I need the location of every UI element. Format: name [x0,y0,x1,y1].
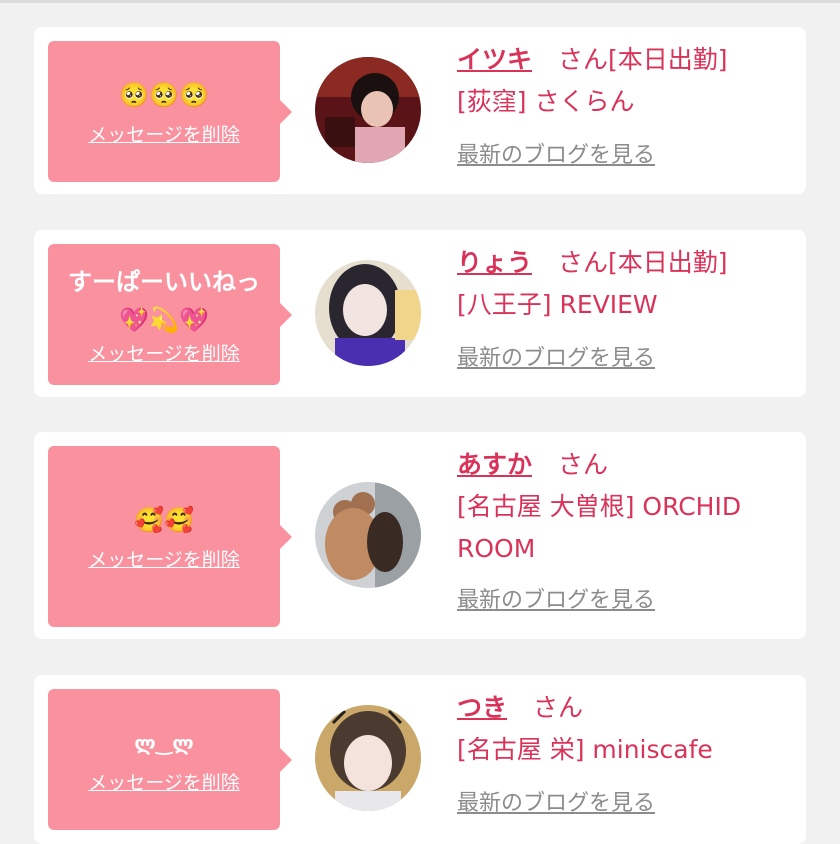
honorific-status: さん[本日出勤] [558,248,728,277]
latest-blog-link[interactable]: 最新のブログを見る [457,344,792,374]
name-line: イツキ さん[本日出勤] [457,39,792,81]
name-line: つき さん [457,687,792,729]
message-card: 🥺🥺🥺 メッセージを削除 イツキ さん[本日出勤] [荻窪] さくらん 最新のブロ… [34,27,806,194]
cast-name-link[interactable]: りょう [457,248,532,277]
avatar-photo-icon [315,260,421,366]
avatar[interactable] [315,57,421,163]
latest-blog-link[interactable]: 最新のブログを見る [457,789,792,819]
cast-name-link[interactable]: あすか [457,450,532,479]
honorific-status: さん [558,450,609,479]
cast-info: イツキ さん[本日出勤] [荻窪] さくらん 最新のブログを見る [457,39,792,171]
delete-message-link[interactable]: メッセージを削除 [88,341,240,367]
avatar[interactable] [315,260,421,366]
shop-label: [八王子] REVIEW [457,290,658,319]
avatar[interactable] [315,705,421,811]
cast-info: つき さん [名古屋 栄] miniscafe 最新のブログを見る [457,687,792,819]
latest-blog-link[interactable]: 最新のブログを見る [457,586,792,616]
message-bubble: すーぱーいいねっ💖💫💖 メッセージを削除 [48,244,292,385]
name-line: りょう さん[本日出勤] [457,242,792,284]
message-text: すーぱーいいねっ💖💫💖 [68,267,260,334]
shop-label: [名古屋 栄] miniscafe [457,735,713,764]
avatar-photo-icon [315,705,421,811]
honorific-status: さん[本日出勤] [558,45,728,74]
message-text: ლ‿ლ [134,730,194,755]
latest-blog-link[interactable]: 最新のブログを見る [457,141,792,171]
message-bubble: 🥰🥰 メッセージを削除 [48,446,292,627]
honorific-status: さん [533,693,584,722]
shop-label: [荻窪] さくらん [457,87,635,116]
cast-name-link[interactable]: つき [457,693,507,722]
message-text: 🥺🥺🥺 [119,80,209,109]
message-card: すーぱーいいねっ💖💫💖 メッセージを削除 りょう さん[本日出勤] [八王子] R… [34,230,806,397]
message-list: 🥺🥺🥺 メッセージを削除 イツキ さん[本日出勤] [荻窪] さくらん 最新のブロ… [0,0,840,844]
message-bubble: 🥺🥺🥺 メッセージを削除 [48,41,292,182]
delete-message-link[interactable]: メッセージを削除 [88,122,240,148]
delete-message-link[interactable]: メッセージを削除 [88,770,240,796]
cast-name-link[interactable]: イツキ [457,45,532,74]
avatar-photo-icon [315,57,421,163]
shop-label: [名古屋 大曽根] ORCHID ROOM [457,492,742,563]
message-card: 🥰🥰 メッセージを削除 あすか さん [名古屋 大曽根] ORCHID ROOM … [34,432,806,639]
delete-message-link[interactable]: メッセージを削除 [88,547,240,573]
cast-info: りょう さん[本日出勤] [八王子] REVIEW 最新のブログを見る [457,242,792,374]
message-card: ლ‿ლ メッセージを削除 つき さん [名古屋 栄] miniscafe 最新のブ… [34,675,806,844]
name-line: あすか さん [457,444,792,486]
cast-info: あすか さん [名古屋 大曽根] ORCHID ROOM 最新のブログを見る [457,444,792,616]
message-bubble: ლ‿ლ メッセージを削除 [48,689,292,830]
avatar[interactable] [315,482,421,588]
message-text: 🥰🥰 [134,505,194,534]
avatar-photo-icon [315,482,421,588]
